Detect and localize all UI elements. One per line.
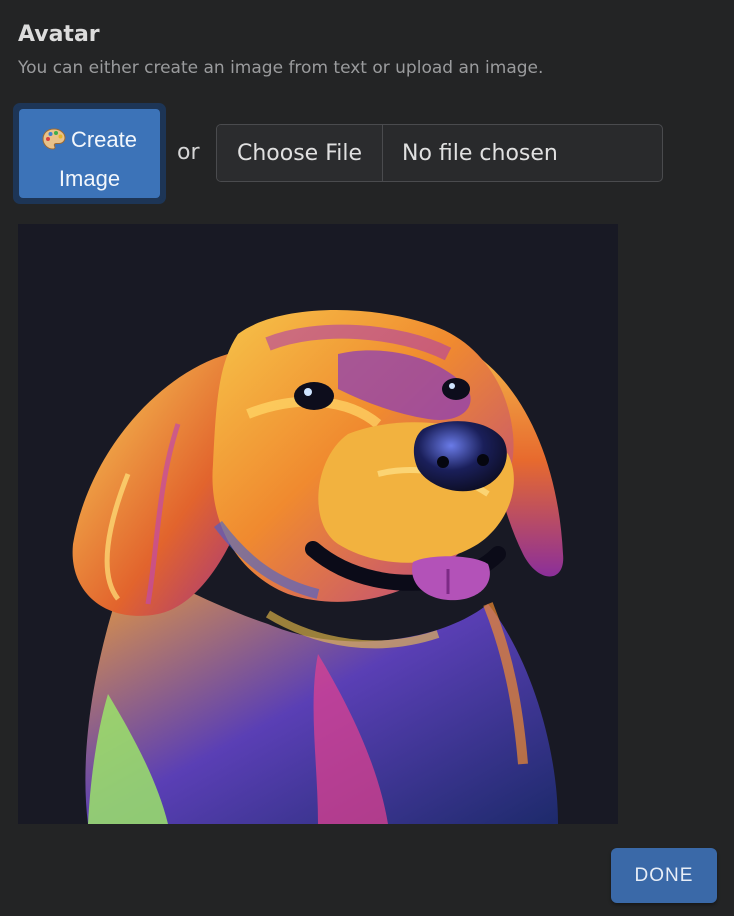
palette-icon [42,125,66,161]
choose-file-button[interactable]: Choose File [217,125,383,181]
file-status: No file chosen [402,140,558,166]
create-label-line2: Image [58,166,121,191]
or-separator: or [177,140,200,165]
done-button[interactable]: DONE [611,848,717,903]
section-subtitle: You can either create an image from text… [18,58,544,78]
dog-portrait-graphic [72,310,564,824]
create-label-line1: Create [70,127,138,152]
file-upload-input[interactable]: Choose File No file chosen [216,124,663,182]
create-image-button[interactable]: Create Image [13,103,166,204]
section-title: Avatar [18,22,100,47]
avatar-image [18,224,618,824]
avatar-panel: Avatar You can either create an image fr… [0,0,734,916]
